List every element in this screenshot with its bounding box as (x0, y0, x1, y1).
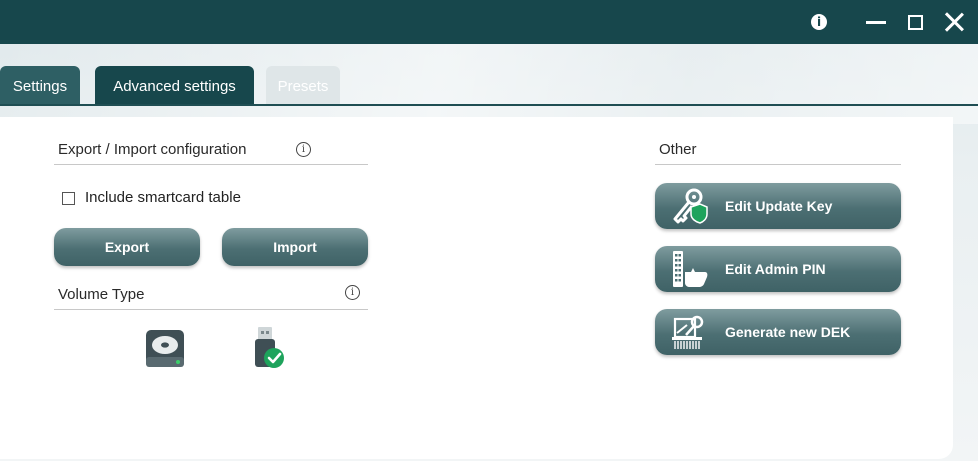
edit-admin-pin-label: Edit Admin PIN (725, 261, 826, 277)
hard-drive-icon (146, 330, 184, 367)
generate-new-dek-label: Generate new DEK (725, 324, 851, 340)
volume-type-info-icon[interactable]: i (345, 285, 360, 300)
info-button[interactable]: i (799, 0, 839, 44)
tab-presets[interactable]: Presets (266, 66, 340, 106)
key-shield-icon (673, 188, 708, 224)
close-icon (944, 12, 964, 32)
usb-drive-option[interactable] (250, 325, 286, 371)
key-shredder-icon (672, 315, 704, 349)
hard-drive-option[interactable] (144, 327, 186, 369)
generate-new-dek-button[interactable]: Generate new DEK (655, 309, 901, 355)
tab-settings[interactable]: Settings (0, 66, 80, 106)
edit-update-key-button[interactable]: Edit Update Key (655, 183, 901, 229)
minimize-icon (866, 20, 886, 24)
volume-type-divider (54, 309, 368, 310)
other-divider (655, 164, 901, 165)
usb-drive-check-icon (255, 327, 284, 368)
edit-admin-pin-button[interactable]: Edit Admin PIN (655, 246, 901, 292)
tab-advanced-settings[interactable]: Advanced settings (95, 66, 254, 106)
import-button[interactable]: Import (222, 228, 368, 266)
maximize-button[interactable] (895, 0, 935, 44)
info-icon: i (811, 14, 827, 30)
advanced-settings-panel: Export / Import configuration i Include … (0, 117, 953, 459)
volume-type-title: Volume Type (58, 286, 145, 303)
title-bar: i (0, 0, 978, 44)
tabs-underline (0, 104, 978, 106)
export-import-divider (54, 164, 368, 165)
keypad-hand-icon (673, 251, 708, 287)
edit-update-key-label: Edit Update Key (725, 198, 833, 214)
close-button[interactable] (934, 0, 974, 44)
export-import-title: Export / Import configuration (58, 141, 247, 158)
include-smartcard-label: Include smartcard table (85, 189, 241, 206)
export-button[interactable]: Export (54, 228, 200, 266)
other-title: Other (659, 141, 697, 158)
export-import-info-icon[interactable]: i (296, 142, 311, 157)
minimize-button[interactable] (856, 0, 896, 44)
maximize-icon (907, 14, 923, 30)
include-smartcard-checkbox[interactable] (62, 192, 75, 205)
